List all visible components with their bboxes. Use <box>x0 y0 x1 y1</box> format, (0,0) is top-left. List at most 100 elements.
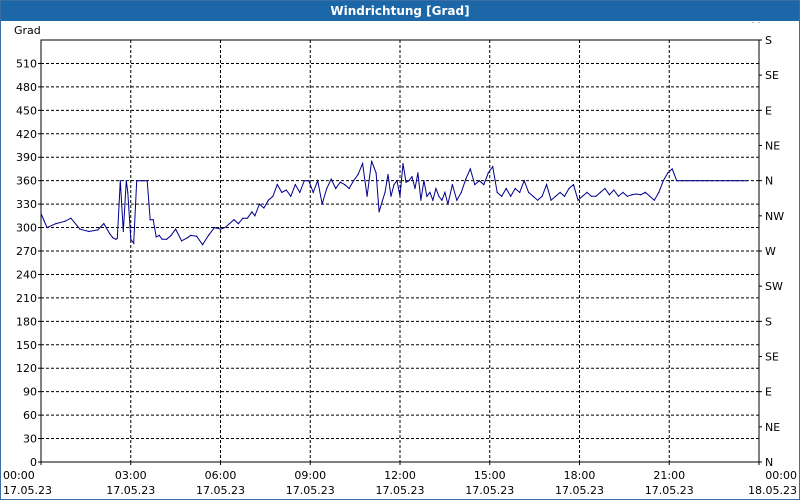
data-point <box>441 199 443 201</box>
data-point <box>79 228 81 230</box>
data-point <box>492 166 494 168</box>
data-point <box>572 183 575 186</box>
data-point <box>233 219 235 221</box>
data-point <box>710 180 712 182</box>
data-point <box>496 191 498 193</box>
y-tick-label: 390 <box>16 151 37 164</box>
data-point <box>487 172 489 174</box>
data-point <box>290 195 292 197</box>
data-point <box>662 180 664 182</box>
data-point <box>166 238 168 240</box>
data-point <box>326 187 328 190</box>
data-point <box>119 180 121 182</box>
data-point <box>64 220 66 222</box>
data-point <box>432 199 434 201</box>
data-point <box>207 234 210 236</box>
compass-label: SE <box>765 351 779 364</box>
data-point <box>435 187 437 190</box>
data-point <box>635 193 637 195</box>
data-point <box>649 195 651 197</box>
data-point <box>617 195 619 197</box>
data-point <box>276 183 278 186</box>
compass-label: NE <box>765 140 780 153</box>
x-tick-time: 00:00 <box>765 469 797 482</box>
data-point <box>451 183 453 186</box>
data-point <box>170 234 172 236</box>
data-point <box>599 191 602 193</box>
data-point <box>272 195 274 197</box>
x-tick-date: 17.05.23 <box>645 484 694 497</box>
data-point <box>429 191 431 193</box>
data-point <box>88 230 90 233</box>
data-point <box>676 180 678 182</box>
data-point <box>396 180 398 182</box>
data-point <box>554 195 557 197</box>
y-tick-label: 360 <box>16 175 37 188</box>
data-point <box>399 195 401 197</box>
data-point <box>149 219 151 221</box>
data-point <box>242 217 244 219</box>
y-tick-label: 90 <box>23 386 37 399</box>
data-point <box>158 234 160 236</box>
y-tick-label: 450 <box>16 104 37 117</box>
data-point <box>387 173 389 176</box>
x-tick-date: 18.05.23 <box>748 484 797 497</box>
data-point <box>109 233 111 235</box>
data-point <box>384 191 386 193</box>
data-point <box>348 187 350 190</box>
x-tick-date: 17.05.23 <box>555 484 604 497</box>
data-point <box>195 235 198 237</box>
data-point <box>375 172 377 174</box>
compass-label: NW <box>765 210 784 223</box>
data-point <box>362 162 364 165</box>
data-point <box>285 189 287 191</box>
x-tick-date: 17.05.23 <box>465 484 514 497</box>
data-point <box>143 180 145 182</box>
data-point <box>734 180 736 182</box>
x-tick-time: 00:00 <box>3 469 35 482</box>
compass-label: NE <box>765 421 780 434</box>
data-point <box>631 194 633 196</box>
data-point <box>127 191 129 193</box>
data-point <box>423 180 425 182</box>
data-point <box>161 238 163 240</box>
compass-label: S <box>765 315 772 328</box>
data-point <box>133 242 135 244</box>
data-point <box>366 195 368 197</box>
data-point <box>402 162 404 165</box>
data-point <box>689 180 691 182</box>
data-point <box>353 180 355 182</box>
data-point <box>414 187 416 190</box>
data-point <box>370 160 373 162</box>
y-tick-label: 120 <box>16 362 37 375</box>
data-point <box>115 238 117 240</box>
data-point <box>568 187 570 190</box>
y-tick-label: 180 <box>16 315 37 328</box>
y-tick-label: 270 <box>16 245 37 258</box>
wind-direction-chart: 0 30 60 90 120 150 180 210 240 270 300 330 360 390 420… <box>3 22 797 497</box>
y-tick-label: 510 <box>16 57 37 70</box>
data-point <box>740 180 742 182</box>
data-point <box>175 228 177 230</box>
data-point <box>357 173 359 176</box>
data-point <box>426 195 428 197</box>
data-point <box>267 199 269 201</box>
data-point <box>393 183 395 186</box>
data-point <box>613 189 615 191</box>
data-point <box>112 237 114 239</box>
data-point <box>685 180 687 182</box>
data-point <box>698 180 700 182</box>
x-tick-date: 17.05.23 <box>286 484 335 497</box>
data-point <box>281 191 283 193</box>
y-axis-label: Grad <box>14 24 41 37</box>
compass-label: SE <box>765 69 779 82</box>
data-point <box>658 191 660 193</box>
data-point <box>299 191 301 193</box>
y-tick-label: 60 <box>23 409 37 422</box>
data-point <box>55 223 57 225</box>
data-point <box>667 172 669 174</box>
data-point <box>716 180 718 182</box>
data-point <box>125 180 127 182</box>
data-point <box>321 203 323 205</box>
data-point <box>559 191 561 193</box>
